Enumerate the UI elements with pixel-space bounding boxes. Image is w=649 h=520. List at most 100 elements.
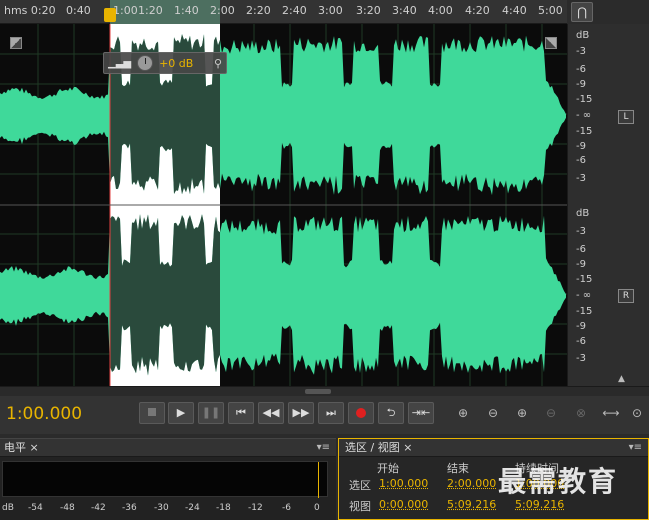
zoom-in-icon: ⊕ bbox=[457, 406, 469, 420]
timeline-ruler[interactable]: hms 0:20 0:40 1:00 1:20 1:40 2:00 2:20 2… bbox=[0, 0, 567, 24]
volume-value: +0 dB bbox=[159, 56, 194, 70]
level-panel-tab[interactable]: 电平 × ▾≡ bbox=[0, 439, 336, 457]
rewind-icon: ◀◀ bbox=[262, 406, 280, 419]
view-end-field[interactable]: 5:09.216 bbox=[447, 498, 496, 511]
zoom-out-icon: ⊖ bbox=[487, 406, 499, 420]
level-scale-label: -24 bbox=[185, 503, 200, 513]
go-to-end-button[interactable]: ⏭ bbox=[318, 402, 344, 424]
level-scale-label: -6 bbox=[282, 503, 291, 513]
row-label-selection: 选区 bbox=[349, 479, 371, 492]
db-label: -9 bbox=[576, 141, 586, 152]
time-tick: 4:20 bbox=[465, 4, 490, 17]
db-label: -9 bbox=[576, 259, 586, 270]
fade-out-handle-icon[interactable] bbox=[545, 37, 557, 49]
level-scale-label: -42 bbox=[91, 503, 106, 513]
snap-magnet-icon[interactable]: ⋂ bbox=[571, 2, 593, 22]
pause-button[interactable]: ❚❚ bbox=[198, 402, 224, 424]
time-tick: 3:20 bbox=[356, 4, 381, 17]
time-tick: 3:00 bbox=[318, 4, 343, 17]
db-label: -6 bbox=[576, 244, 586, 255]
header-start: 开始 bbox=[377, 462, 399, 475]
level-scale-label: -48 bbox=[60, 503, 75, 513]
zoom-out-all-button[interactable]: ⊙ bbox=[626, 404, 648, 424]
panel-menu-icon[interactable]: ▾≡ bbox=[629, 439, 642, 457]
rewind-button[interactable]: ◀◀ bbox=[258, 402, 284, 424]
db-label: -15 bbox=[576, 94, 593, 105]
loop-button[interactable]: ⮌ bbox=[378, 402, 404, 424]
time-tick: 2:20 bbox=[246, 4, 271, 17]
level-scale-label: -54 bbox=[28, 503, 43, 513]
time-tick: 1:20 bbox=[138, 4, 163, 17]
scroll-up-icon[interactable]: ▲ bbox=[618, 374, 625, 384]
db-label: - ∞ bbox=[576, 110, 592, 121]
db-label: -9 bbox=[576, 79, 586, 90]
level-scale-label: -36 bbox=[122, 503, 137, 513]
level-scale-label: -30 bbox=[154, 503, 169, 513]
header-end: 结束 bbox=[447, 462, 469, 475]
zoom-in-amplitude-button[interactable]: ⊕ bbox=[452, 404, 474, 424]
zoom-in-selection-button[interactable]: ⟷ bbox=[600, 404, 622, 424]
scrollbar-thumb[interactable] bbox=[305, 389, 331, 394]
fast-forward-button[interactable]: ▶▶ bbox=[288, 402, 314, 424]
playhead-marker[interactable] bbox=[104, 8, 116, 22]
zoom-out-amplitude-button[interactable]: ⊖ bbox=[482, 404, 504, 424]
db-label: dB bbox=[576, 208, 590, 219]
zoom-full-icon: ⊗ bbox=[575, 406, 587, 420]
row-label-view: 视图 bbox=[349, 500, 371, 513]
zoom-out-full-button[interactable]: ⊗ bbox=[570, 404, 592, 424]
pause-icon: ❚❚ bbox=[201, 406, 221, 419]
pin-icon[interactable]: ⚲ bbox=[214, 57, 222, 70]
selection-end-field[interactable]: 2:00.000 bbox=[447, 477, 496, 490]
time-tick: 4:40 bbox=[502, 4, 527, 17]
go-to-start-button[interactable]: ⏮ bbox=[228, 402, 254, 424]
time-tick: 0:40 bbox=[66, 4, 91, 17]
db-label: -3 bbox=[576, 226, 586, 237]
signal-bars-icon: ▁▃▅ bbox=[108, 57, 132, 69]
volume-knob[interactable] bbox=[137, 55, 154, 71]
level-panel-title: 电平 × bbox=[4, 441, 39, 454]
waveform-editor[interactable] bbox=[0, 24, 567, 386]
skip-back-icon: ⏮ bbox=[236, 406, 246, 419]
selection-panel-title: 选区 / 视图 × bbox=[345, 441, 413, 454]
time-tick: 4:00 bbox=[428, 4, 453, 17]
zoom-in-time-button[interactable]: ⊕ bbox=[511, 404, 533, 424]
waveform-canvas[interactable] bbox=[0, 24, 567, 386]
level-scale-label: dB bbox=[2, 503, 14, 513]
panel-menu-icon[interactable]: ▾≡ bbox=[317, 439, 330, 457]
channel-left-label[interactable]: L bbox=[618, 110, 634, 124]
time-tick: 3:40 bbox=[392, 4, 417, 17]
record-button[interactable] bbox=[348, 402, 374, 424]
skip-selection-button[interactable]: ⇥⇤ bbox=[408, 402, 434, 424]
db-label: -6 bbox=[576, 336, 586, 347]
fast-forward-icon: ▶▶ bbox=[292, 406, 310, 419]
db-label: -6 bbox=[576, 155, 586, 166]
amplitude-ruler: dB -3 -6 -9 -15 - ∞ -15 -9 -6 -3 L dB -3… bbox=[567, 24, 649, 386]
level-scale-label: -12 bbox=[248, 503, 263, 513]
db-label: -3 bbox=[576, 173, 586, 184]
selection-start-field[interactable]: 1:00.000 bbox=[379, 477, 428, 490]
level-meter-panel: 电平 × ▾≡ dB -54 -48 -42 -36 -30 -24 -18 -… bbox=[0, 438, 336, 520]
watermark-logo: 最需教育 bbox=[498, 465, 619, 498]
selection-panel-tab[interactable]: 选区 / 视图 × ▾≡ bbox=[339, 439, 648, 457]
db-label: -3 bbox=[576, 46, 586, 57]
current-time-display: 1:00.000 bbox=[6, 404, 83, 424]
play-icon: ▶ bbox=[176, 406, 186, 419]
time-tick: 2:40 bbox=[282, 4, 307, 17]
channel-right-label[interactable]: R bbox=[618, 289, 634, 303]
db-label: - ∞ bbox=[576, 290, 592, 301]
db-label: -9 bbox=[576, 321, 586, 332]
view-start-field[interactable]: 0:00.000 bbox=[379, 498, 428, 511]
zoom-selection-icon: ⟷ bbox=[602, 406, 620, 420]
waveform-channel bbox=[0, 214, 566, 376]
stop-button[interactable] bbox=[139, 402, 165, 424]
horizontal-scrollbar[interactable] bbox=[0, 386, 649, 396]
stop-icon bbox=[148, 408, 156, 416]
zoom-out-time-button[interactable]: ⊖ bbox=[540, 404, 562, 424]
db-label: -15 bbox=[576, 306, 593, 317]
play-button[interactable]: ▶ bbox=[168, 402, 194, 424]
record-icon bbox=[356, 408, 366, 418]
volume-hud[interactable]: ▁▃▅ +0 dB ⚲ bbox=[103, 52, 227, 74]
fade-in-handle-icon[interactable] bbox=[10, 37, 22, 49]
loop-icon: ⮌ bbox=[386, 406, 396, 419]
time-tick: 1:40 bbox=[174, 4, 199, 17]
